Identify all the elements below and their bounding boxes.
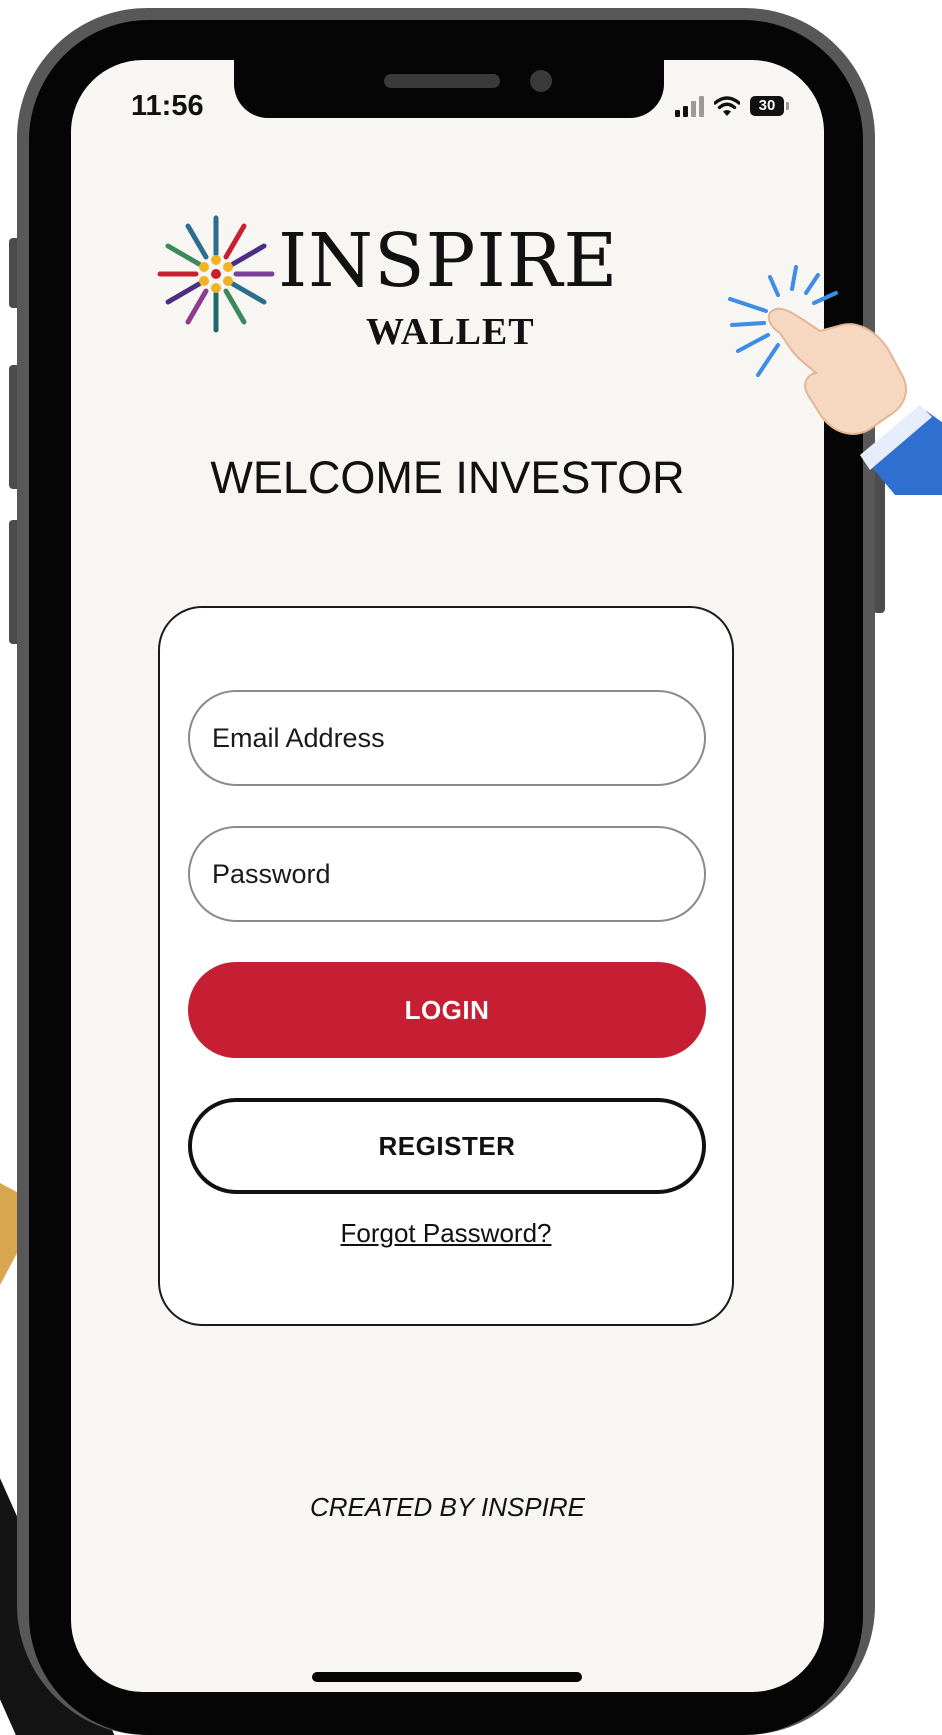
cellular-signal-icon [675, 95, 704, 117]
home-indicator[interactable] [312, 1672, 582, 1682]
phone-notch [234, 60, 664, 118]
battery-icon: 30 [750, 96, 789, 116]
phone-screen: 11:56 30 INSPIRE WALLET WELCOME INVESTOR… [71, 60, 824, 1692]
wifi-icon [714, 96, 740, 116]
footer-credit: CREATED BY INSPIRE [310, 1492, 585, 1522]
status-time: 11:56 [131, 90, 204, 122]
forgot-password-link[interactable]: Forgot Password? [160, 1218, 732, 1249]
canvas: 11:56 30 INSPIRE WALLET WELCOME INVESTOR… [0, 0, 942, 1735]
email-input[interactable] [210, 721, 704, 755]
inspire-logo-icon [157, 215, 275, 333]
register-button[interactable]: REGISTER [188, 1098, 706, 1194]
speaker-grille [384, 74, 500, 88]
login-button[interactable]: LOGIN [188, 962, 706, 1058]
brand-subtitle: WALLET [366, 311, 535, 353]
front-camera [530, 70, 552, 92]
status-icons: 30 [675, 94, 789, 118]
password-input[interactable] [210, 857, 704, 891]
login-card: LOGIN REGISTER Forgot Password? [158, 606, 734, 1326]
inspire-wallet-logo: INSPIRE WALLET [156, 200, 636, 353]
email-field[interactable] [188, 690, 706, 786]
welcome-title: WELCOME INVESTOR [210, 452, 685, 503]
pointing-hand-icon [728, 265, 942, 495]
password-field[interactable] [188, 826, 706, 922]
brand-name: INSPIRE [278, 218, 619, 304]
